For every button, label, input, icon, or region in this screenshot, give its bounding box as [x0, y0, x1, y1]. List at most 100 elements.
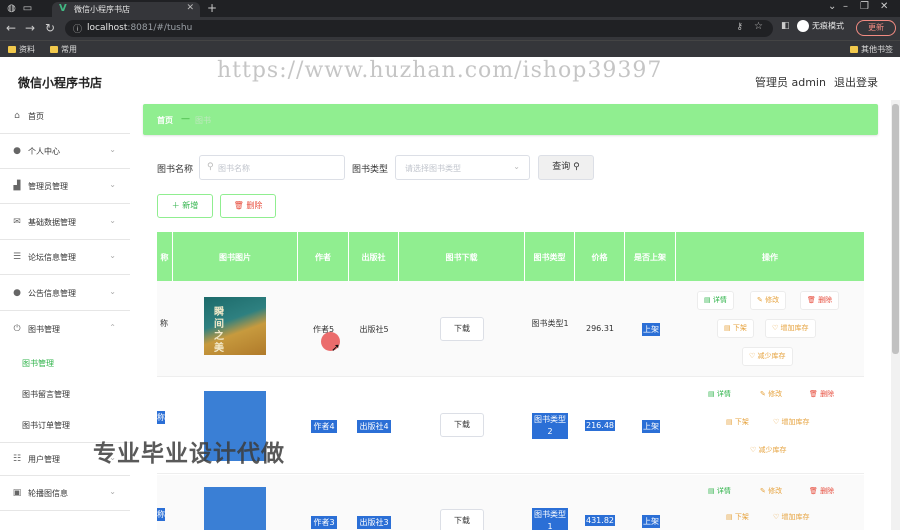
- incognito-indicator[interactable]: 无痕模式: [797, 20, 844, 32]
- breadcrumb-current: 图书: [195, 116, 211, 125]
- sidebar-item-notices[interactable]: ● 公告信息管理 ⌄: [0, 277, 130, 311]
- decrease-stock-button[interactable]: ♡ 减少库存: [742, 347, 793, 366]
- col-listed: 是否上架: [625, 232, 676, 281]
- edit-button[interactable]: ✎ 修改: [754, 483, 788, 502]
- cursor-icon: ➚: [331, 341, 341, 354]
- chart-icon: ▟: [13, 181, 21, 191]
- col-price: 价格: [575, 232, 625, 281]
- other-bookmarks[interactable]: 其他书签: [850, 44, 893, 55]
- edit-button[interactable]: ✎ 修改: [754, 386, 788, 405]
- user-icon: ●: [13, 146, 21, 156]
- decrease-stock-button[interactable]: ♡ 减少库存: [744, 442, 793, 461]
- minimize-icon[interactable]: –: [843, 1, 848, 12]
- vue-logo-icon: V: [59, 3, 67, 14]
- col-cover: 图书图片: [173, 232, 298, 281]
- chevron-down-icon: ⌄: [109, 287, 116, 296]
- increase-stock-button[interactable]: ♡ 增加库存: [767, 414, 816, 433]
- col-name: 称: [157, 232, 173, 281]
- power-icon: ⏻: [13, 324, 21, 334]
- search-icon: ⚲: [207, 162, 214, 172]
- restore-icon[interactable]: ❐: [860, 1, 869, 12]
- logout-link[interactable]: 退出登录: [834, 74, 878, 90]
- sidebar-item-profile[interactable]: ● 个人中心 ⌄: [0, 135, 130, 169]
- sidebar-item-books[interactable]: ⏻ 图书管理 ⌃: [0, 313, 130, 347]
- table-row: 称 瞬间之美 作者5 出版社5 下载 图书类型1 296.31 上架 ▤ 详情 …: [157, 281, 864, 377]
- breadcrumb-home[interactable]: 首页: [157, 115, 173, 126]
- sidebar-sub-book-comments[interactable]: 图书留言管理: [0, 379, 130, 409]
- close-tab-icon[interactable]: ✕: [186, 3, 194, 13]
- book-name-input[interactable]: ⚲ 图书名称: [199, 155, 345, 180]
- chevron-down-icon: ⌄: [109, 251, 116, 260]
- add-button[interactable]: ＋ 新增: [157, 194, 213, 218]
- folder-icon: [50, 46, 58, 53]
- star-icon[interactable]: ☆: [754, 21, 763, 32]
- detail-button[interactable]: ▤ 详情: [702, 483, 737, 502]
- table-row: 称 作者3 出版社3 下载 图书类型1 431.82 上架 ▤ 详情 ✎ 修改 …: [157, 475, 864, 530]
- url-text: localhost:8081/#/tushu: [87, 23, 193, 33]
- detail-button[interactable]: ▤ 详情: [702, 386, 737, 405]
- close-window-icon[interactable]: ✕: [880, 1, 888, 12]
- forward-icon[interactable]: →: [25, 21, 35, 35]
- window-icon[interactable]: ▭: [22, 3, 33, 14]
- chevron-down-icon: ⌄: [513, 162, 520, 171]
- delete-button[interactable]: 🗑 删除: [220, 194, 276, 218]
- browser-tab[interactable]: V 微信小程序书店 ✕: [52, 2, 200, 17]
- remove-button[interactable]: 🗑 删除: [803, 386, 840, 405]
- key-icon[interactable]: ⚷: [736, 22, 743, 32]
- unlist-button[interactable]: ▤ 下架: [720, 509, 755, 528]
- chevron-down-icon: ⌄: [109, 180, 116, 189]
- url-watermark: https://www.huzhan.com/ishop39397: [217, 58, 663, 83]
- list-icon: ☰: [12, 252, 22, 262]
- folder-icon: [850, 46, 858, 53]
- chevron-down-icon: ⌄: [109, 145, 116, 154]
- book-name-label: 图书名称: [157, 165, 194, 175]
- download-button[interactable]: 下载: [440, 509, 484, 530]
- sidebar-panel-icon[interactable]: ◧: [781, 21, 790, 31]
- edit-button[interactable]: ✎ 修改: [750, 291, 787, 310]
- tab-title: 微信小程序书店: [74, 5, 130, 14]
- table-header: 称 图书图片 作者 出版社 图书下载 图书类型 价格 是否上架 操作: [157, 232, 864, 281]
- books-table: 称 图书图片 作者 出版社 图书下载 图书类型 价格 是否上架 操作 称 瞬间之…: [157, 232, 864, 530]
- col-download: 图书下载: [399, 232, 525, 281]
- chevron-down-icon[interactable]: ⌄: [828, 1, 836, 12]
- update-button[interactable]: 更新: [856, 20, 896, 36]
- new-tab-button[interactable]: +: [207, 1, 217, 15]
- download-button[interactable]: 下载: [440, 317, 484, 341]
- globe-icon[interactable]: ◍: [6, 3, 17, 14]
- breadcrumb: 首页 — 图书: [143, 104, 878, 135]
- col-ops: 操作: [762, 253, 778, 262]
- text-watermark: 专业毕业设计代做: [93, 441, 285, 467]
- sidebar-item-home[interactable]: ⌂ 首页: [0, 100, 130, 134]
- increase-stock-button[interactable]: ♡ 增加库存: [767, 509, 816, 528]
- info-icon[interactable]: ⓘ: [73, 22, 82, 35]
- remove-button[interactable]: 🗑 删除: [800, 291, 840, 310]
- scrollbar-thumb[interactable]: [892, 104, 899, 354]
- unlist-button[interactable]: ▤ 下架: [720, 414, 755, 433]
- reload-icon[interactable]: ↻: [45, 21, 55, 35]
- sidebar-sub-books[interactable]: 图书管理: [0, 348, 130, 378]
- bookmark-folder-2[interactable]: 常用: [50, 44, 77, 55]
- page-scrollbar[interactable]: [891, 100, 900, 530]
- sidebar-item-admins[interactable]: ▟ 管理员管理 ⌄: [0, 170, 130, 204]
- mail-icon: ✉: [13, 217, 21, 227]
- current-user: 管理员 admin: [755, 76, 826, 89]
- plus-icon: ＋: [171, 201, 180, 210]
- search-icon: ⚲: [573, 162, 580, 172]
- detail-button[interactable]: ▤ 详情: [697, 291, 734, 310]
- remove-button[interactable]: 🗑 删除: [803, 483, 840, 502]
- book-type-select[interactable]: 请选择图书类型 ⌄: [395, 155, 530, 180]
- sidebar-item-basic-data[interactable]: ✉ 基础数据管理 ⌄: [0, 206, 130, 240]
- chevron-down-icon: ⌄: [109, 216, 116, 225]
- download-button[interactable]: 下载: [440, 413, 484, 437]
- increase-stock-button[interactable]: ♡ 增加库存: [765, 319, 816, 338]
- bookmark-folder-1[interactable]: 资料: [8, 44, 35, 55]
- back-icon[interactable]: ←: [6, 21, 16, 35]
- sidebar-item-carousel[interactable]: ▣ 轮播图信息 ⌄: [0, 477, 130, 511]
- query-button[interactable]: 查询 ⚲: [538, 155, 594, 180]
- home-icon: ⌂: [14, 111, 20, 121]
- image-icon: ▣: [12, 488, 22, 498]
- unlist-button[interactable]: ▤ 下架: [717, 319, 754, 338]
- col-type: 图书类型: [525, 232, 575, 281]
- url-field[interactable]: ⓘ localhost:8081/#/tushu ⚷ ☆: [65, 20, 773, 37]
- sidebar-item-forum[interactable]: ☰ 论坛信息管理 ⌄: [0, 241, 130, 275]
